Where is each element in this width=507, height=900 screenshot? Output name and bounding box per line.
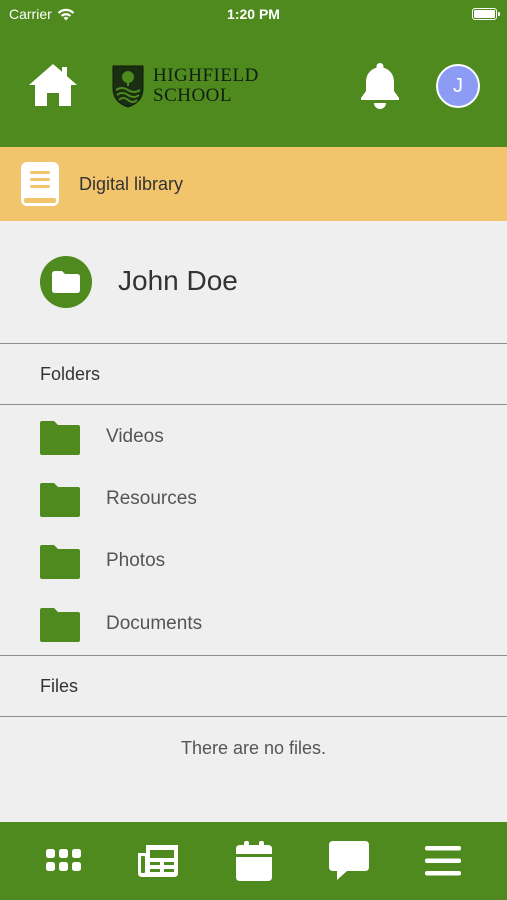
- divider: [0, 716, 507, 717]
- home-button[interactable]: [27, 61, 79, 109]
- clock: 1:20 PM: [227, 6, 280, 22]
- owner-name: John Doe: [118, 265, 238, 296]
- school-crest-icon: [112, 65, 144, 108]
- bottom-tab-bar: [0, 822, 507, 900]
- library-owner: John Doe: [0, 221, 507, 343]
- folder-icon: [40, 421, 80, 455]
- folder-label: Resources: [106, 488, 197, 509]
- folder-item-resources[interactable]: Resources: [0, 467, 507, 529]
- folder-icon: [40, 608, 80, 642]
- section-banner: Digital library: [0, 147, 507, 221]
- owner-folder-badge: [40, 256, 92, 308]
- logo-line2: SCHOOL: [153, 85, 233, 106]
- tab-messages[interactable]: [328, 840, 370, 882]
- folders-heading: Folders: [40, 364, 101, 384]
- newspaper-icon: [138, 845, 178, 877]
- book-icon: [21, 162, 59, 206]
- logo-line1: HIGHFIELD: [153, 65, 259, 86]
- tab-apps[interactable]: [43, 840, 85, 882]
- apps-grid-icon: [46, 849, 81, 871]
- folder-icon: [52, 271, 80, 293]
- section-title: Digital library: [79, 174, 184, 194]
- home-icon: [29, 64, 77, 106]
- user-avatar[interactable]: J: [436, 64, 480, 108]
- files-empty-message: There are no files.: [180, 738, 327, 758]
- folder-item-documents[interactable]: Documents: [0, 592, 507, 654]
- calendar-icon: [236, 841, 272, 881]
- folder-label: Videos: [106, 426, 164, 447]
- folder-item-photos[interactable]: Photos: [0, 529, 507, 591]
- folder-icon: [40, 483, 80, 517]
- logo-text: HIGHFIELD SCHOOL: [153, 66, 259, 106]
- status-bar: Carrier 1:20 PM: [0, 0, 507, 28]
- chat-icon: [329, 841, 369, 880]
- tab-calendar[interactable]: [233, 840, 275, 882]
- folder-label: Documents: [106, 613, 203, 634]
- notifications-button[interactable]: [359, 61, 401, 109]
- bell-icon: [361, 63, 399, 109]
- divider: [0, 655, 507, 656]
- divider: [0, 343, 507, 344]
- school-logo: HIGHFIELD SCHOOL: [111, 61, 291, 111]
- menu-icon: [425, 846, 461, 876]
- folder-icon: [40, 545, 80, 579]
- files-heading: Files: [40, 676, 79, 696]
- folder-item-videos[interactable]: Videos: [0, 405, 507, 467]
- tab-menu[interactable]: [422, 840, 464, 882]
- folder-label: Photos: [106, 550, 166, 571]
- battery-icon: [472, 8, 500, 20]
- tab-news[interactable]: [138, 840, 180, 882]
- app-header: HIGHFIELD SCHOOL J: [0, 28, 507, 147]
- avatar-initial: J: [453, 74, 463, 97]
